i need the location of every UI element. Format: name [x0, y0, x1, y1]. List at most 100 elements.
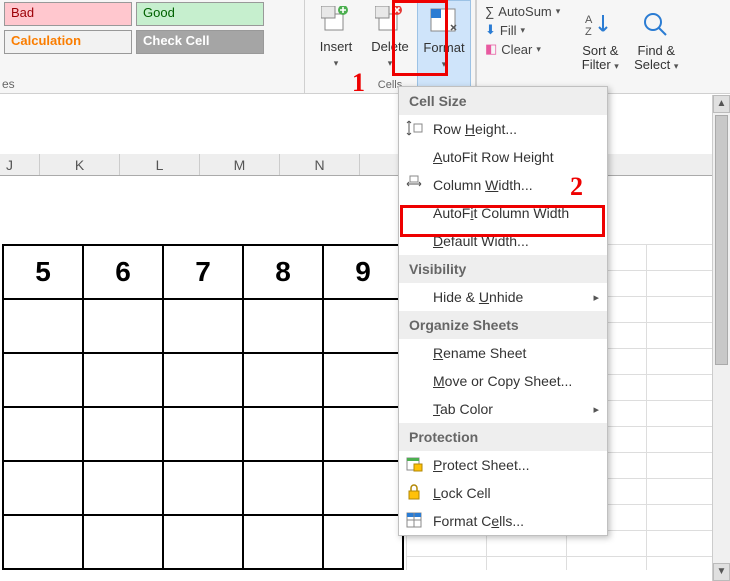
search-icon: [639, 8, 673, 40]
menu-format-cells[interactable]: Format Cells...: [399, 507, 607, 535]
dropdown-arrow-icon: ▾: [388, 58, 393, 68]
cell[interactable]: [83, 515, 163, 569]
cell[interactable]: 9: [323, 245, 403, 299]
data-table: 5 6 7 8 9: [2, 244, 404, 570]
sort-find-group: AZ Sort &Filter ▾ Find &Select ▾: [568, 0, 688, 93]
menu-section-cell-size: Cell Size: [399, 87, 607, 115]
format-dropdown-menu: Cell Size Row Height... AutoFit Row Heig…: [398, 86, 608, 536]
find-select-button[interactable]: Find &Select ▾: [628, 4, 684, 93]
cell[interactable]: [3, 407, 83, 461]
autosum-button[interactable]: ∑ AutoSum ▾: [485, 4, 560, 19]
cell[interactable]: [243, 515, 323, 569]
format-icon: [427, 5, 461, 37]
dropdown-arrow-icon: ▾: [556, 6, 561, 17]
cell[interactable]: 8: [243, 245, 323, 299]
eraser-icon: ◧: [485, 41, 497, 57]
scroll-up-button[interactable]: ▲: [713, 95, 730, 113]
cell[interactable]: [323, 461, 403, 515]
sort-filter-button[interactable]: AZ Sort &Filter ▾: [572, 4, 628, 93]
insert-icon: [319, 4, 353, 36]
delete-label: Delete: [363, 40, 417, 54]
ribbon: Bad Good Calculation Check Cell es Inser…: [0, 0, 730, 94]
menu-autofit-row-height[interactable]: AutoFit Row Height: [399, 143, 607, 171]
cell[interactable]: 5: [3, 245, 83, 299]
cell[interactable]: [3, 299, 83, 353]
cell[interactable]: [323, 353, 403, 407]
menu-lock-cell[interactable]: Lock Cell: [399, 479, 607, 507]
cell-styles-gallery[interactable]: Bad Good Calculation Check Cell: [4, 0, 274, 93]
fill-down-icon: ⬇: [485, 22, 496, 38]
menu-row-height[interactable]: Row Height...: [399, 115, 607, 143]
style-good[interactable]: Good: [136, 2, 264, 26]
column-header[interactable]: K: [40, 154, 120, 175]
style-calculation[interactable]: Calculation: [4, 30, 132, 54]
cell[interactable]: [83, 299, 163, 353]
menu-column-width[interactable]: Column Width...: [399, 171, 607, 199]
cell[interactable]: [163, 299, 243, 353]
style-bad[interactable]: Bad: [4, 2, 132, 26]
cell[interactable]: [243, 461, 323, 515]
cell[interactable]: [3, 353, 83, 407]
svg-text:A: A: [585, 14, 593, 26]
format-cells-icon: [405, 511, 425, 531]
cell[interactable]: [3, 515, 83, 569]
cells-group: Insert ▾ Delete ▾ Format ▾ Cells: [304, 0, 476, 93]
cell[interactable]: [163, 407, 243, 461]
cell[interactable]: [323, 407, 403, 461]
menu-default-width[interactable]: Default Width...: [399, 227, 607, 255]
cell[interactable]: [243, 353, 323, 407]
cell[interactable]: [243, 299, 323, 353]
cell[interactable]: [163, 461, 243, 515]
fill-label: Fill: [500, 23, 517, 38]
filter-label: Filter: [582, 57, 611, 72]
submenu-arrow-icon: ▸: [593, 403, 599, 416]
cell[interactable]: [83, 461, 163, 515]
lock-icon: [405, 483, 425, 503]
menu-section-organize: Organize Sheets: [399, 311, 607, 339]
menu-autofit-column-width[interactable]: AutoFit Column Width: [399, 199, 607, 227]
cell[interactable]: [323, 299, 403, 353]
row-height-icon: [405, 119, 425, 139]
column-width-icon: [405, 175, 425, 195]
column-header[interactable]: J: [0, 154, 40, 175]
cell[interactable]: [243, 407, 323, 461]
column-header[interactable]: L: [120, 154, 200, 175]
dropdown-arrow-icon: ▾: [536, 44, 541, 55]
cell[interactable]: [83, 353, 163, 407]
select-label: Select: [634, 57, 670, 72]
clear-label: Clear: [501, 42, 532, 57]
scroll-thumb[interactable]: [715, 115, 728, 365]
column-header[interactable]: N: [280, 154, 360, 175]
menu-section-protection: Protection: [399, 423, 607, 451]
menu-rename-sheet[interactable]: Rename Sheet: [399, 339, 607, 367]
submenu-arrow-icon: ▸: [593, 291, 599, 304]
cell[interactable]: 7: [163, 245, 243, 299]
column-header[interactable]: M: [200, 154, 280, 175]
sort-icon: AZ: [583, 8, 617, 40]
menu-hide-unhide[interactable]: Hide & Unhide▸: [399, 283, 607, 311]
menu-protect-sheet[interactable]: Protect Sheet...: [399, 451, 607, 479]
cell[interactable]: [83, 407, 163, 461]
autosum-label: AutoSum: [498, 4, 551, 19]
menu-tab-color[interactable]: Tab Color▸: [399, 395, 607, 423]
editing-group: ∑ AutoSum ▾ ⬇ Fill ▾ ◧ Clear ▾: [476, 0, 568, 93]
cell[interactable]: [163, 353, 243, 407]
cell[interactable]: 6: [83, 245, 163, 299]
fill-button[interactable]: ⬇ Fill ▾: [485, 22, 560, 38]
svg-text:Z: Z: [585, 26, 592, 37]
dropdown-arrow-icon: ▾: [614, 61, 619, 71]
scroll-down-button[interactable]: ▼: [713, 563, 730, 581]
insert-label: Insert: [309, 40, 363, 54]
cell[interactable]: [163, 515, 243, 569]
delete-icon: [373, 4, 407, 36]
clear-button[interactable]: ◧ Clear ▾: [485, 41, 560, 57]
worksheet-area[interactable]: 5 6 7 8 9: [0, 244, 730, 570]
vertical-scrollbar[interactable]: ▲ ▼: [712, 95, 730, 581]
find-label: Find &: [638, 43, 676, 58]
cell[interactable]: [3, 461, 83, 515]
style-check-cell[interactable]: Check Cell: [136, 30, 264, 54]
cell[interactable]: [323, 515, 403, 569]
menu-move-copy-sheet[interactable]: Move or Copy Sheet...: [399, 367, 607, 395]
format-label: Format: [418, 41, 470, 55]
sort-label: Sort &: [582, 43, 618, 58]
